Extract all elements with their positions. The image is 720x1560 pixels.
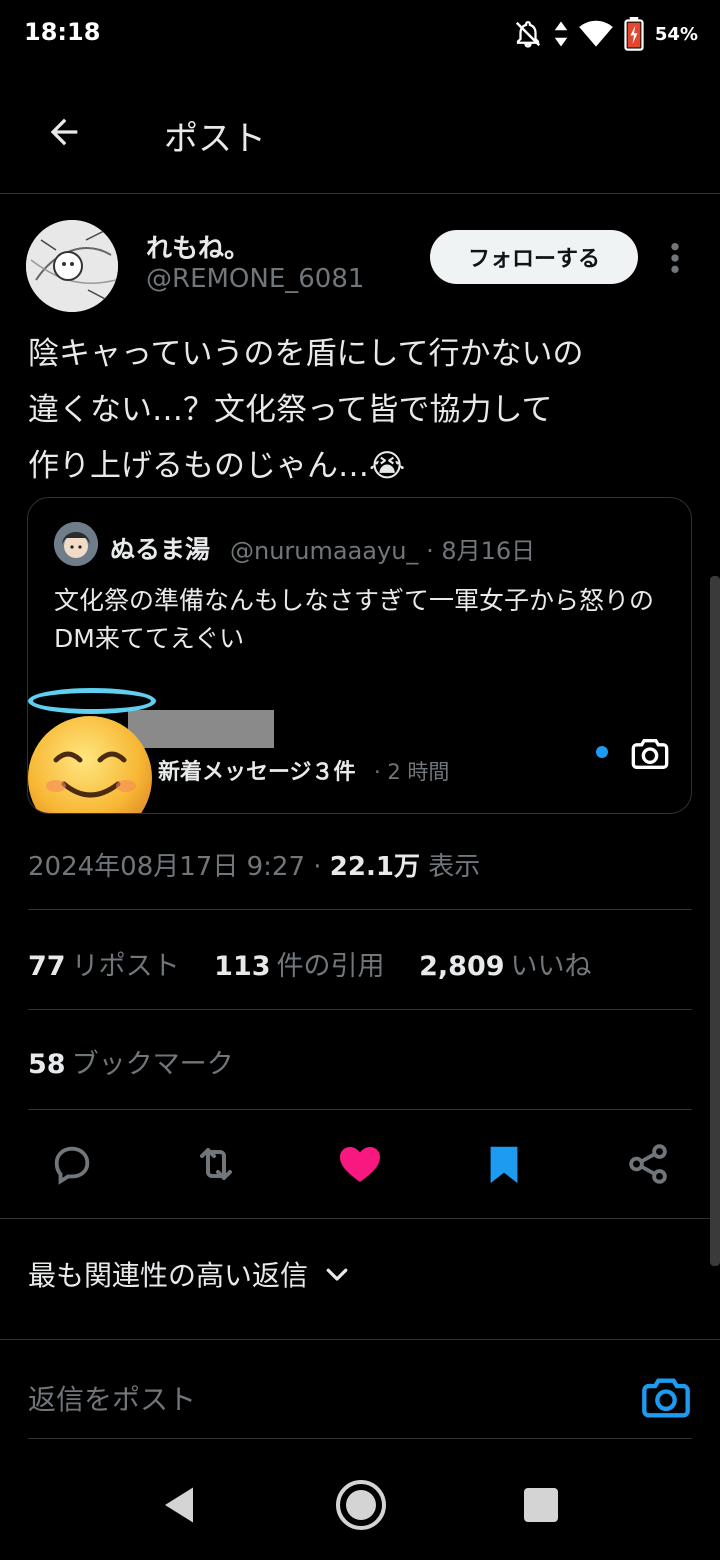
post-text: 陰キャっていうのを盾にして行かないの 違くない…？文化祭って皆で協力して 作り上… <box>28 326 698 494</box>
chevron-down-icon <box>326 1268 348 1281</box>
unread-dot <box>596 746 608 758</box>
notifications-off-icon <box>515 21 541 48</box>
bookmarks-count: 58 <box>28 1049 66 1080</box>
bookmark-icon <box>490 1146 518 1184</box>
post-meta: 2024年08月17日 9:27 · 22.1万 表示 <box>28 846 480 883</box>
quoted-post-date: · 8月16日 <box>426 537 536 565</box>
likes-count: 2,809 <box>419 951 505 982</box>
bookmarks-label: ブックマーク <box>71 1049 234 1080</box>
quoted-author-avatar <box>54 522 98 566</box>
bookmarks-stat[interactable]: 58 ブックマーク <box>28 1042 234 1081</box>
share-icon <box>629 1144 667 1184</box>
quoted-author-meta: @nurumaaayu_ · 8月16日 <box>230 531 535 566</box>
camera-icon[interactable] <box>640 1372 692 1424</box>
views-label: 表示 <box>428 852 481 882</box>
reposts-label: リポスト <box>71 951 180 982</box>
header-divider <box>0 193 720 194</box>
likes-label: いいね <box>510 951 592 982</box>
reply-icon <box>54 1146 90 1185</box>
post-timestamp: 2024年08月17日 9:27 · <box>28 852 322 882</box>
meta-divider <box>28 909 692 910</box>
nav-recents-icon[interactable] <box>524 1488 558 1522</box>
page-title: ポスト <box>164 119 266 159</box>
camera-icon <box>631 739 669 769</box>
share-button[interactable] <box>622 1138 674 1190</box>
quotes-count: 113 <box>214 951 271 982</box>
quoted-author-handle: @nurumaaayu_ <box>230 537 419 565</box>
quoted-avatar-illustration <box>54 522 98 566</box>
reply-button[interactable] <box>46 1138 98 1190</box>
like-button[interactable] <box>334 1138 386 1190</box>
battery-icon <box>624 17 644 51</box>
nav-back-icon[interactable] <box>158 1484 200 1526</box>
follow-button[interactable]: フォローする <box>430 230 638 284</box>
reply-sort-label: 最も関連性の高い返信 <box>28 1259 309 1292</box>
reply-sort-selector[interactable]: 最も関連性の高い返信 <box>28 1254 352 1294</box>
back-button[interactable] <box>40 108 88 156</box>
bookmarks-divider <box>28 1109 692 1110</box>
repost-button[interactable] <box>190 1138 242 1190</box>
data-arrows-icon <box>554 21 568 47</box>
more-vertical-icon <box>671 242 679 274</box>
quoted-post-text: 文化祭の準備なんもしなさすぎて一軍女子から怒りのDM来ててえぐい <box>54 586 655 653</box>
halo-icon <box>28 688 156 714</box>
author-handle[interactable]: @REMONE_6081 <box>146 264 364 294</box>
composer-divider <box>28 1438 692 1439</box>
quotes-stat[interactable]: 113 件の引用 <box>214 951 384 982</box>
author-name[interactable]: れもね。 <box>146 228 250 265</box>
sort-divider <box>0 1339 720 1340</box>
engagement-stats: 77 リポスト 113 件の引用 2,809 いいね <box>28 944 618 983</box>
quotes-label: 件の引用 <box>276 951 385 982</box>
avatar-illustration <box>26 220 118 312</box>
reposts-stat[interactable]: 77 リポスト <box>28 951 180 982</box>
status-icons: 54% <box>513 16 698 52</box>
battery-percentage: 54% <box>654 23 698 45</box>
arrow-left-icon <box>50 118 78 146</box>
more-options-button[interactable] <box>660 236 690 280</box>
new-messages-label: 新着メッセージ３件 <box>158 760 356 785</box>
reply-input[interactable]: 返信をポスト <box>28 1378 196 1418</box>
bookmark-button[interactable] <box>478 1138 530 1190</box>
scrollbar[interactable] <box>710 576 720 1266</box>
reposts-count: 77 <box>28 951 66 982</box>
post-text-line: 違くない…？文化祭って皆で協力して <box>28 392 553 428</box>
nav-home-icon[interactable] <box>334 1478 388 1532</box>
stats-divider <box>28 1009 692 1010</box>
actions-divider <box>0 1218 720 1219</box>
status-time: 18:18 <box>24 18 101 46</box>
quoted-author-name: ぬるま湯 <box>110 535 211 564</box>
smiling-face-emoji-icon <box>28 716 152 813</box>
new-messages-time: · 2 時間 <box>374 760 450 784</box>
views-count: 22.1万 <box>329 852 420 882</box>
likes-stat[interactable]: 2,809 いいね <box>419 951 591 982</box>
like-icon <box>340 1147 380 1182</box>
wifi-icon <box>579 20 613 47</box>
author-avatar[interactable] <box>26 220 118 312</box>
repost-icon <box>200 1148 232 1180</box>
post-text-line: 作り上げるものじゃん…😭 <box>28 448 406 484</box>
quoted-post[interactable]: ぬるま湯 @nurumaaayu_ · 8月16日 文化祭の準備なんもしなさすぎ… <box>27 497 692 814</box>
post-text-line: 陰キャっていうのを盾にして行かないの <box>28 336 584 372</box>
